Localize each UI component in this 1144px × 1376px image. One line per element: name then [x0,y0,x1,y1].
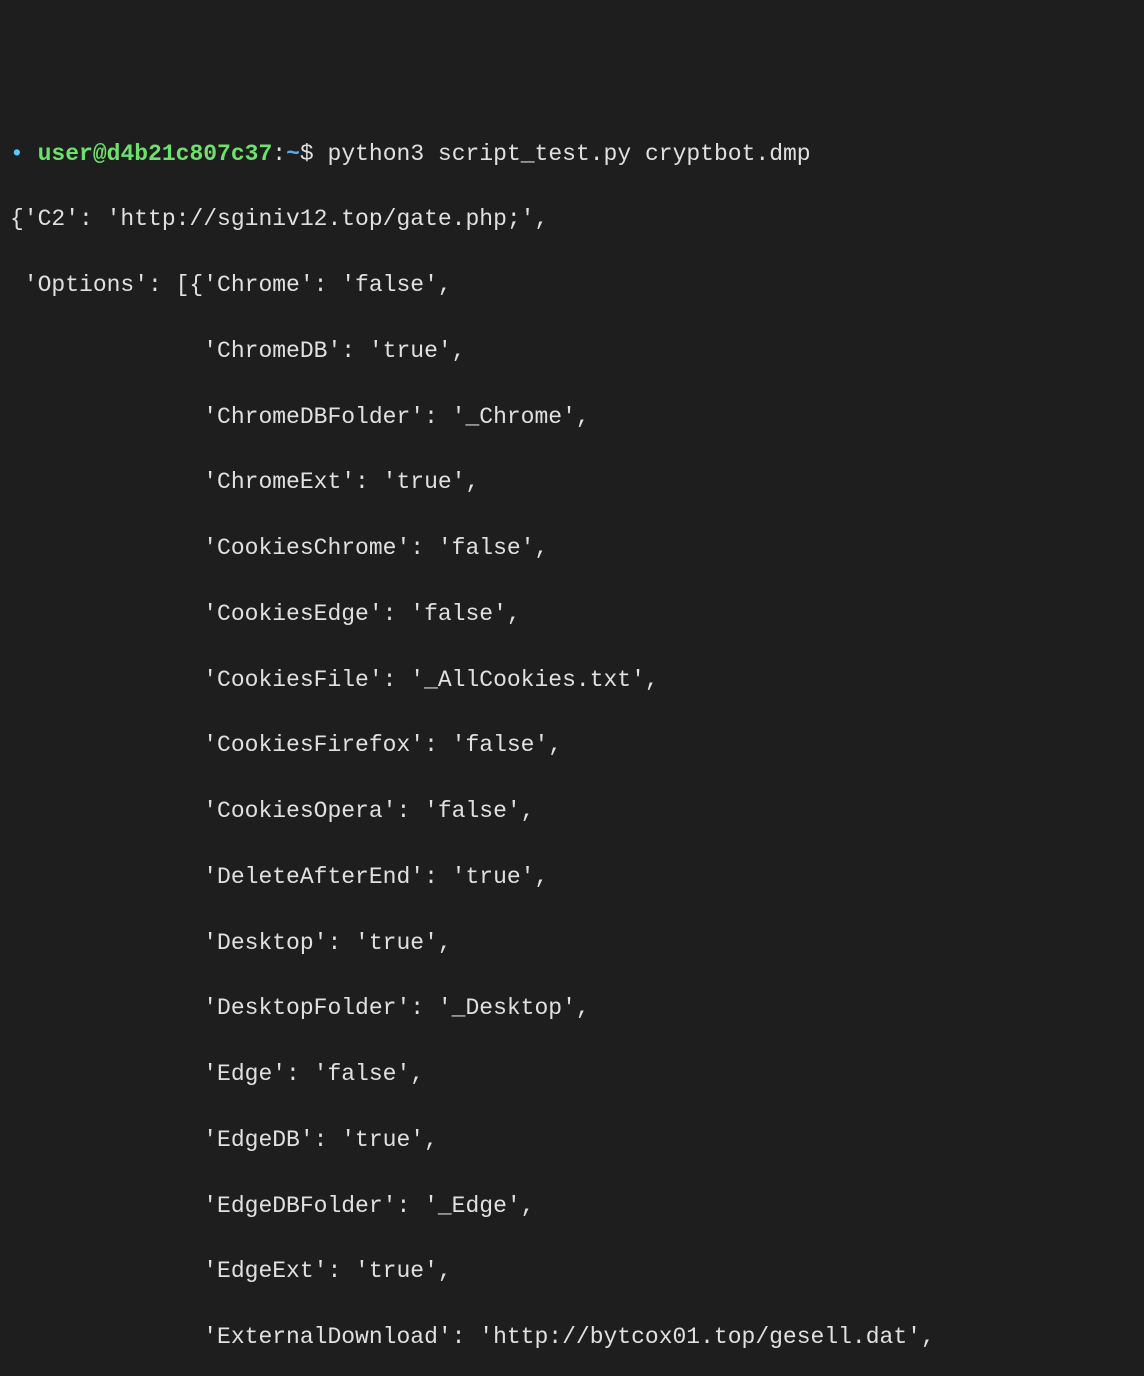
output-line: 'Options': [{'Chrome': 'false', [0,269,1144,302]
output-line: 'ChromeDB': 'true', [0,335,1144,368]
output-line: {'C2': 'http://sginiv12.top/gate.php;', [0,203,1144,236]
output-line: 'Desktop': 'true', [0,927,1144,960]
output-line: 'CookiesFile': '_AllCookies.txt', [0,664,1144,697]
prompt-colon: : [272,141,286,167]
user-host-text: user@d4b21c807c37 [38,141,273,167]
output-line: 'EdgeDBFolder': '_Edge', [0,1190,1144,1223]
prompt-dollar: $ [300,141,314,167]
output-line: 'Edge': 'false', [0,1058,1144,1091]
prompt-tilde: ~ [286,141,300,167]
command-text: python3 script_test.py cryptbot.dmp [328,141,811,167]
output-line: 'CookiesFirefox': 'false', [0,729,1144,762]
output-line: 'ExternalDownload': 'http://bytcox01.top… [0,1321,1144,1354]
output-line: 'DesktopFolder': '_Desktop', [0,992,1144,1025]
output-line: 'CookiesEdge': 'false', [0,598,1144,631]
output-line: 'EdgeDB': 'true', [0,1124,1144,1157]
output-line: 'ChromeExt': 'true', [0,466,1144,499]
output-line: 'EdgeExt': 'true', [0,1255,1144,1288]
output-line: 'DeleteAfterEnd': 'true', [0,861,1144,894]
prompt-bullet-icon: • [10,141,24,167]
output-line: 'ChromeDBFolder': '_Chrome', [0,401,1144,434]
output-line: 'CookiesChrome': 'false', [0,532,1144,565]
output-line: 'CookiesOpera': 'false', [0,795,1144,828]
prompt-line[interactable]: • user@d4b21c807c37:~$ python3 script_te… [0,138,1144,171]
